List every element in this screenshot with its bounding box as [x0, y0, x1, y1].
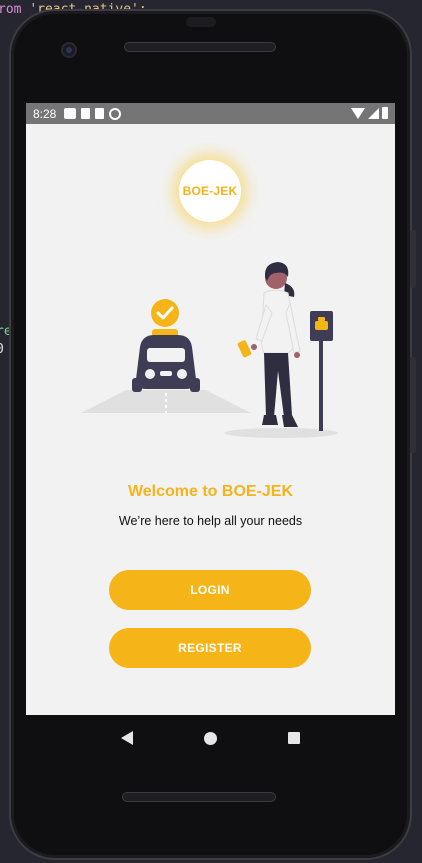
status-time: 8:28 [33, 106, 57, 121]
app-logo: BOE-JEK [179, 160, 241, 222]
top-speaker [124, 42, 276, 52]
sync-icon [109, 107, 122, 120]
taxi-illustration [81, 262, 338, 438]
volume-button [410, 357, 416, 453]
check-badge-icon [151, 299, 179, 327]
taxi-car-icon [132, 329, 200, 392]
signal-icon [368, 107, 379, 119]
home-icon[interactable] [203, 731, 217, 745]
register-button[interactable]: REGISTER [109, 628, 311, 668]
taxi-stop-sign-icon [310, 311, 333, 431]
back-icon[interactable] [121, 731, 134, 745]
sd-card-icon [95, 108, 105, 119]
welcome-title: Welcome to BOE-JEK [127, 483, 294, 500]
welcome-subtitle: We’re here to help all your needs [118, 514, 303, 528]
wifi-icon [351, 107, 365, 119]
login-button[interactable]: LOGIN [109, 570, 311, 610]
android-nav-bar [26, 715, 395, 761]
power-button [410, 230, 416, 288]
bottom-speaker [122, 792, 276, 802]
gmail-icon [64, 108, 77, 119]
battery-icon [382, 107, 388, 119]
earpiece [186, 17, 216, 27]
woman-figure [237, 262, 301, 427]
status-bar: 8:28 [26, 103, 395, 124]
recents-icon[interactable] [287, 732, 300, 744]
code-line-fragment: 0 [0, 342, 4, 357]
app-screen: 8:28 BOE-JEK Welcome to BOE-JEK We’re he… [26, 103, 395, 715]
sd-card-icon [81, 108, 91, 119]
front-camera-icon [61, 42, 77, 58]
logo-text: BOE-JEK [182, 184, 238, 198]
